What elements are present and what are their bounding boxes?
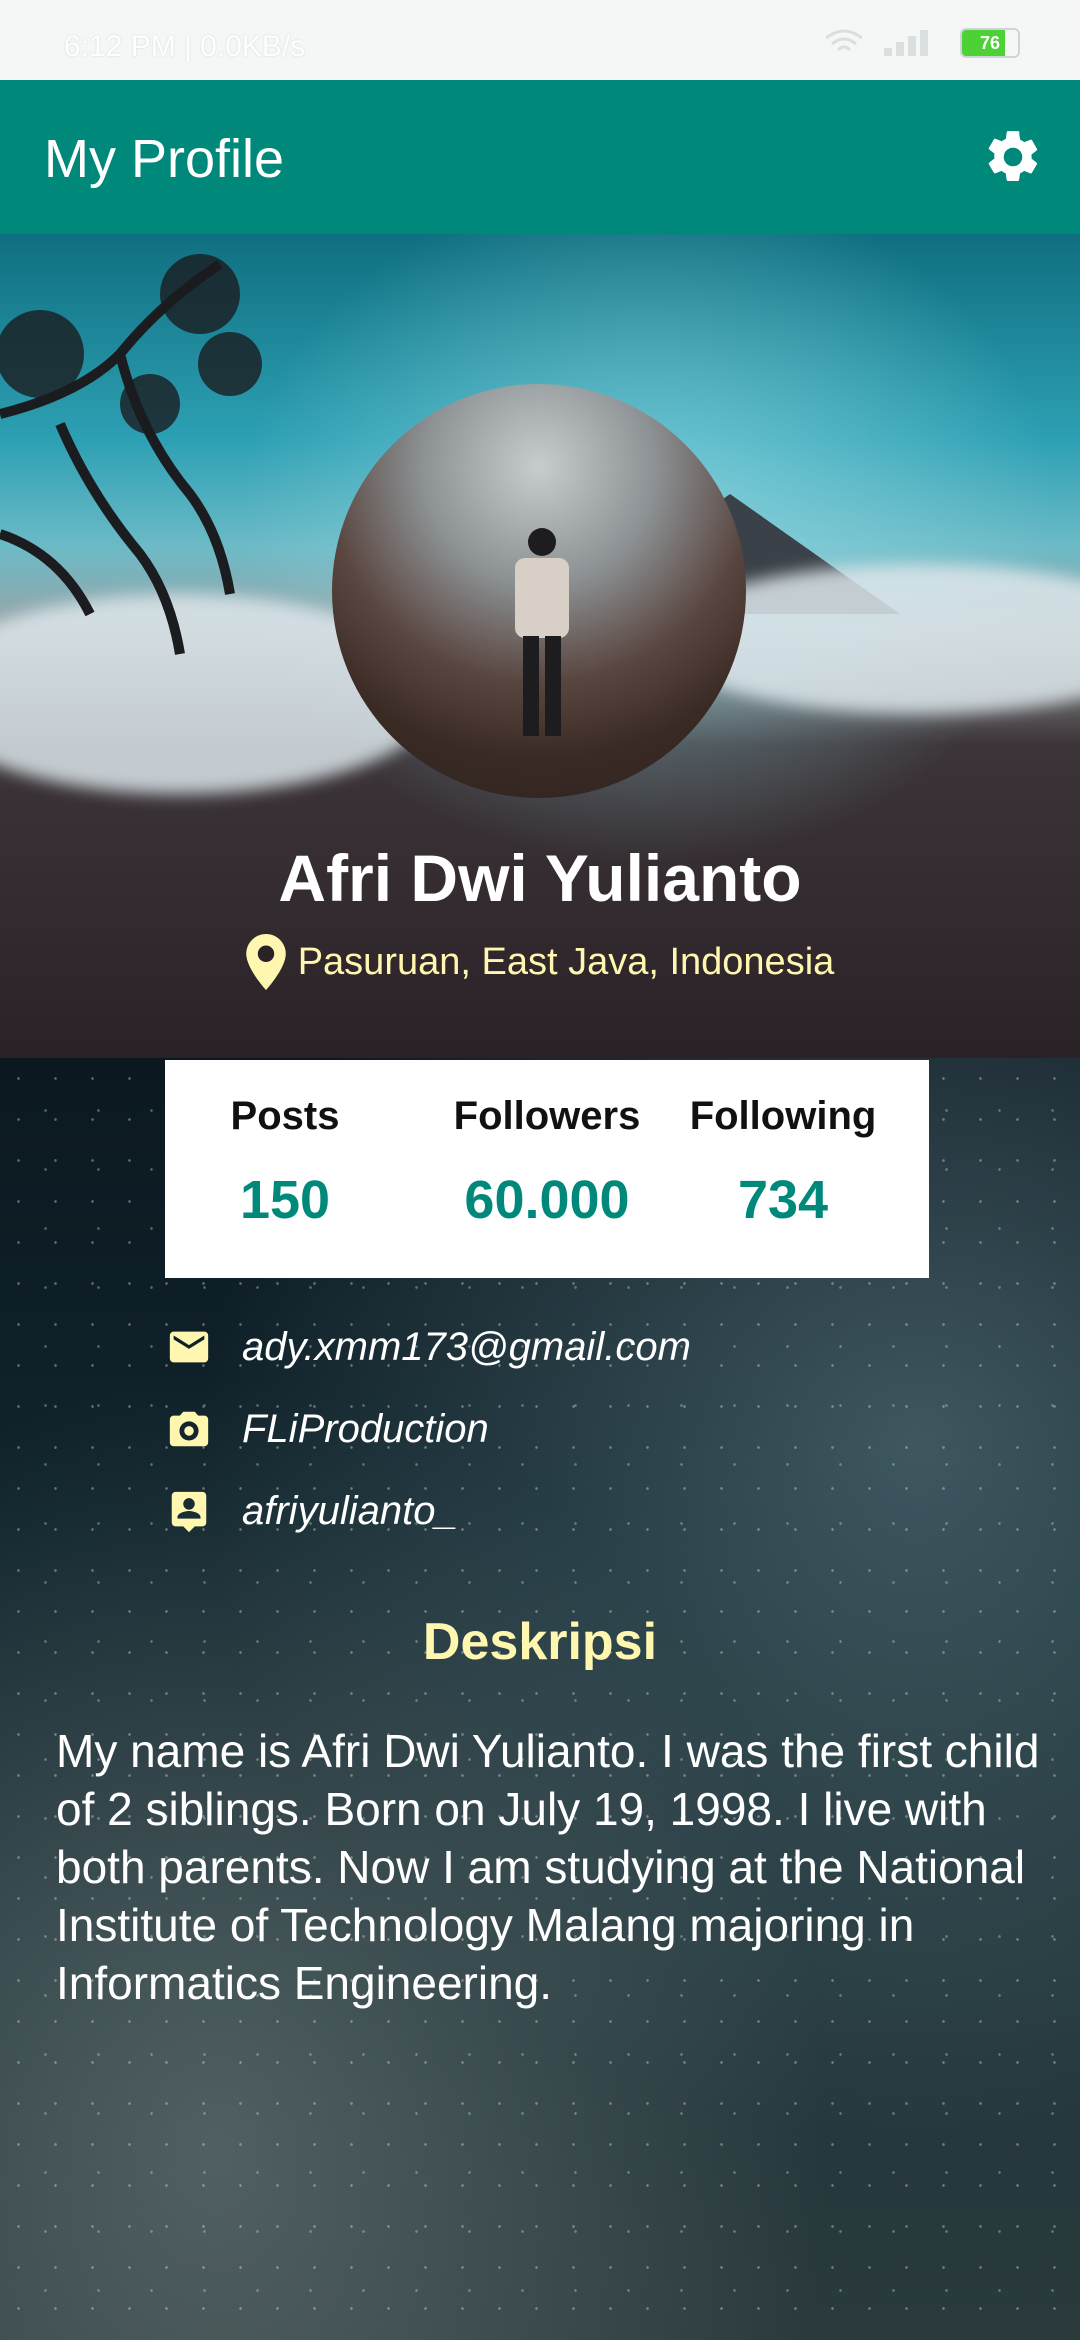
camera-icon [169,1411,209,1447]
app-bar: My Profile [0,80,1080,234]
email-icon [169,1331,209,1363]
description-title: Deskripsi [422,1613,658,1671]
battery-indicator: 76 [960,28,1020,58]
email-text: ady.xmm173@gmail.com [242,1324,691,1369]
status-bar: 6:12 PM | 0.0KB/s 76 [0,0,1080,80]
contact-username[interactable]: afriyulianto_ [166,1488,458,1534]
location: Pasuruan, East Java, Indonesia [0,934,1080,1000]
stat-label: Posts [230,1094,340,1138]
signal-icon [884,30,928,56]
status-icons: 76 [824,28,1020,58]
wifi-icon [825,29,863,52]
avatar-person-illustration [515,528,569,736]
stat-label: Following [689,1094,877,1138]
stat-value: 734 [737,1170,829,1230]
contact-photography[interactable]: FLiProduction [166,1406,489,1452]
stat-followers[interactable]: Followers 60.000 [427,1060,667,1231]
description-text: My name is Afri Dwi Yulianto. I was the … [56,1725,1040,2009]
stats-card: Posts 150 Followers 60.000 Following 734 [165,1060,929,1278]
contact-email[interactable]: ady.xmm173@gmail.com [166,1324,691,1370]
battery-level: 76 [979,33,1001,53]
username-text: afriyulianto_ [242,1488,458,1533]
stat-value: 60.000 [464,1170,630,1230]
map-pin-icon [245,934,286,990]
profile-name: Afri Dwi Yulianto [278,841,802,915]
photography-text: FLiProduction [242,1406,489,1451]
stat-following[interactable]: Following 734 [663,1060,903,1231]
stat-label: Followers [453,1094,641,1138]
stat-value: 150 [239,1170,331,1230]
status-time: 6:12 PM | 0.0KB/s [64,30,306,63]
tree-silhouette [0,254,262,655]
page-title: My Profile [44,129,285,189]
contact-badge-icon [171,1491,207,1533]
location-text: Pasuruan, East Java, Indonesia [297,940,835,983]
avatar[interactable] [332,384,746,798]
stat-posts[interactable]: Posts 150 [165,1060,405,1231]
gear-icon[interactable] [982,126,1044,188]
